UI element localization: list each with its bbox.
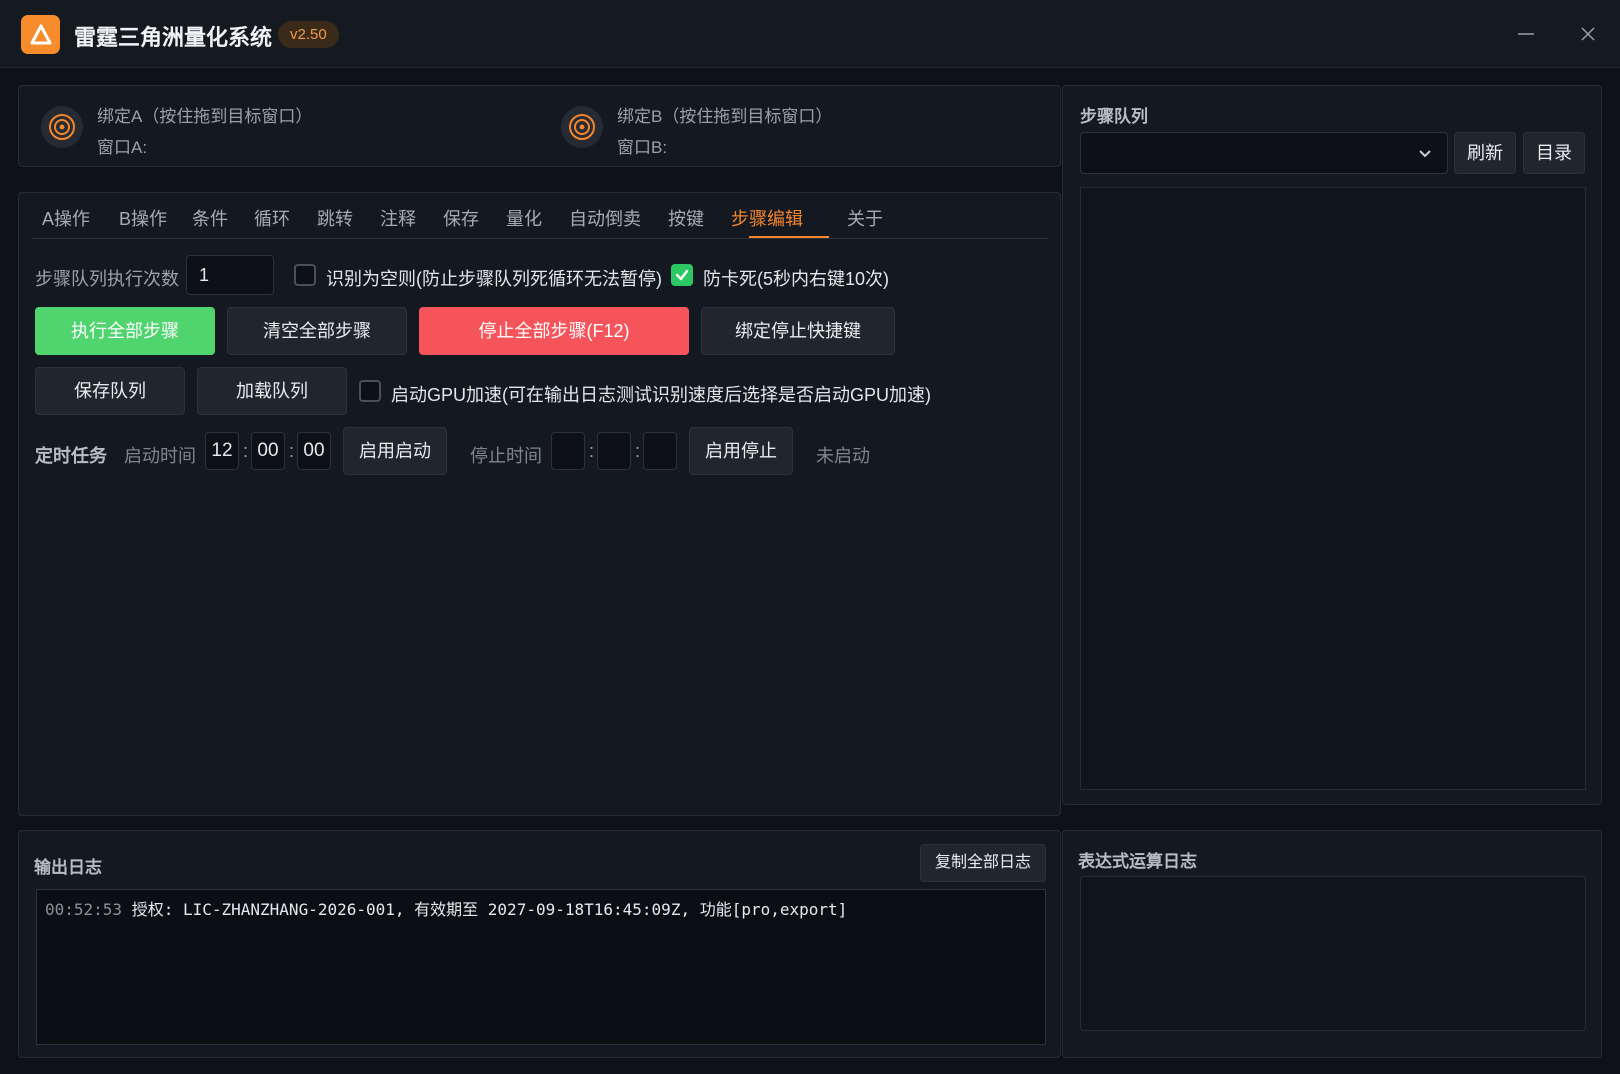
version-badge: v2.50 xyxy=(278,21,339,48)
time-colon: : xyxy=(635,441,641,461)
expression-log-panel: 表达式运算日志 xyxy=(1062,830,1602,1058)
start-hour-input[interactable]: 12 xyxy=(205,432,239,470)
exec-count-input[interactable]: 1 xyxy=(186,255,274,295)
anti-freeze-label: 防卡死(5秒内右键10次) xyxy=(703,269,890,289)
bind-stop-hotkey-button[interactable]: 绑定停止快捷键 xyxy=(701,307,895,355)
close-icon[interactable] xyxy=(1574,20,1602,48)
app-title: 雷霆三角洲量化系统 xyxy=(74,25,273,50)
log-entry: 00:52:53 授权: LIC-ZHANZHANG-2026-001, 有效期… xyxy=(45,896,847,920)
time-colon: : xyxy=(243,441,249,461)
checkmark-icon xyxy=(675,269,689,281)
tab-about[interactable]: 关于 xyxy=(847,205,883,231)
load-queue-button[interactable]: 加载队列 xyxy=(197,367,347,415)
log-output-area[interactable]: 00:52:53 授权: LIC-ZHANZHANG-2026-001, 有效期… xyxy=(36,889,1046,1045)
tab-jump[interactable]: 跳转 xyxy=(317,205,353,231)
step-queue-list[interactable] xyxy=(1080,187,1586,790)
gpu-accel-label: 启动GPU加速(可在输出日志测试识别速度后选择是否启动GPU加速) xyxy=(391,385,931,405)
tab-quant[interactable]: 量化 xyxy=(506,205,542,231)
stop-hour-input[interactable] xyxy=(551,432,585,470)
tab-auto-resell[interactable]: 自动倒卖 xyxy=(569,205,641,231)
start-second-input[interactable]: 00 xyxy=(297,432,331,470)
stop-all-steps-button[interactable]: 停止全部步骤(F12) xyxy=(419,307,689,355)
tab-a-operation[interactable]: A操作 xyxy=(42,205,90,231)
copy-all-log-button[interactable]: 复制全部日志 xyxy=(920,844,1046,882)
start-time-label: 启动时间 xyxy=(124,446,196,466)
output-log-panel: 输出日志 复制全部日志 00:52:53 授权: LIC-ZHANZHANG-2… xyxy=(18,830,1061,1058)
enable-stop-button[interactable]: 启用停止 xyxy=(689,427,793,475)
active-tab-indicator xyxy=(749,236,829,238)
triangle-logo-icon xyxy=(21,15,60,54)
time-colon: : xyxy=(589,441,595,461)
tab-save[interactable]: 保存 xyxy=(443,205,479,231)
window-b-label: 窗口B: xyxy=(617,138,668,157)
start-minute-input[interactable]: 00 xyxy=(251,432,285,470)
stop-second-input[interactable] xyxy=(643,432,677,470)
refresh-button[interactable]: 刷新 xyxy=(1454,132,1516,174)
main-panel: A操作 B操作 条件 循环 跳转 注释 保存 量化 自动倒卖 按键 步骤编辑 关… xyxy=(18,192,1061,816)
log-message: 授权: LIC-ZHANZHANG-2026-001, 有效期至 2027-09… xyxy=(131,900,848,919)
queue-select[interactable] xyxy=(1080,132,1448,174)
tab-bar: A操作 B操作 条件 循环 跳转 注释 保存 量化 自动倒卖 按键 步骤编辑 关… xyxy=(31,193,1048,239)
log-timestamp: 00:52:53 xyxy=(45,900,123,919)
directory-button[interactable]: 目录 xyxy=(1523,132,1585,174)
log-heading: 输出日志 xyxy=(34,858,102,877)
queue-heading: 步骤队列 xyxy=(1080,107,1148,126)
stop-time-label: 停止时间 xyxy=(470,446,542,466)
expr-heading: 表达式运算日志 xyxy=(1078,852,1197,871)
bind-b-text: 绑定B（按住拖到目标窗口） 窗口B: xyxy=(617,102,832,158)
minimize-icon[interactable] xyxy=(1512,20,1540,48)
bind-b-title: 绑定B（按住拖到目标窗口） xyxy=(617,107,833,126)
bind-a-text: 绑定A（按住拖到目标窗口） 窗口A: xyxy=(97,102,312,158)
target-icon[interactable] xyxy=(41,106,83,148)
target-icon[interactable] xyxy=(561,106,603,148)
expression-log-area[interactable] xyxy=(1080,876,1586,1031)
run-all-steps-button[interactable]: 执行全部步骤 xyxy=(35,307,215,355)
tab-loop[interactable]: 循环 xyxy=(254,205,290,231)
exec-count-label: 步骤队列执行次数 xyxy=(35,269,179,289)
schedule-label: 定时任务 xyxy=(35,446,107,466)
bind-a-title: 绑定A（按住拖到目标窗口） xyxy=(97,107,313,126)
clear-all-steps-button[interactable]: 清空全部步骤 xyxy=(227,307,407,355)
enable-start-button[interactable]: 启用启动 xyxy=(343,427,447,475)
tab-comment[interactable]: 注释 xyxy=(380,205,416,231)
schedule-status: 未启动 xyxy=(816,446,870,466)
empty-rule-label: 识别为空则(防止步骤队列死循环无法暂停) xyxy=(326,269,662,289)
title-bar: 雷霆三角洲量化系统 v2.50 xyxy=(0,0,1620,68)
tab-keys[interactable]: 按键 xyxy=(668,205,704,231)
tab-step-edit[interactable]: 步骤编辑 xyxy=(731,205,803,231)
tab-condition[interactable]: 条件 xyxy=(192,205,228,231)
window-a-label: 窗口A: xyxy=(97,138,148,157)
gpu-accel-checkbox[interactable] xyxy=(359,380,381,402)
tab-b-operation[interactable]: B操作 xyxy=(119,205,167,231)
bind-panel: 绑定A（按住拖到目标窗口） 窗口A: 绑定B（按住拖到目标窗口） 窗口B: xyxy=(18,85,1061,167)
save-queue-button[interactable]: 保存队列 xyxy=(35,367,185,415)
chevron-down-icon xyxy=(1419,150,1431,158)
step-queue-panel: 步骤队列 刷新 目录 xyxy=(1062,85,1602,805)
stop-minute-input[interactable] xyxy=(597,432,631,470)
empty-rule-checkbox[interactable] xyxy=(294,264,316,286)
time-colon: : xyxy=(289,441,295,461)
anti-freeze-checkbox[interactable] xyxy=(671,264,693,286)
